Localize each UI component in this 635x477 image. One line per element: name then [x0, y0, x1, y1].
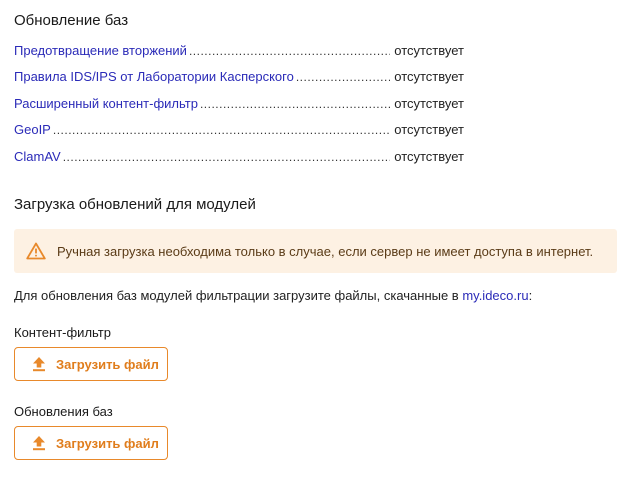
- database-name-link[interactable]: Расширенный контент-фильтр: [14, 96, 198, 111]
- upload-icon: [32, 435, 46, 451]
- content-filter-label: Контент-фильтр: [14, 325, 111, 340]
- dot-leader: [200, 97, 390, 111]
- warning-triangle-icon: [26, 242, 46, 260]
- database-status: отсутствует: [394, 122, 464, 138]
- database-name-link[interactable]: Правила IDS/IPS от Лаборатории Касперско…: [14, 69, 294, 84]
- upload-icon: [32, 356, 46, 372]
- database-name-link[interactable]: GeoIP: [14, 122, 51, 137]
- dot-leader: [63, 150, 391, 164]
- database-row: Правила IDS/IPS от Лаборатории Касперско…: [14, 69, 464, 95]
- database-updates-upload-button[interactable]: Загрузить файл: [14, 426, 168, 460]
- database-status: отсутствует: [394, 43, 464, 58]
- database-row: Расширенный контент-фильтр отсутствует: [14, 96, 464, 122]
- database-row: Предотвращение вторжений отсутствует: [14, 43, 464, 69]
- instructions-text: Для обновления баз модулей фильтрации за…: [14, 288, 463, 303]
- manual-upload-warning: Ручная загрузка необходима только в случ…: [14, 229, 617, 273]
- dot-leader: [53, 123, 390, 137]
- database-list: Предотвращение вторжений отсутствует Пра…: [14, 43, 464, 175]
- upload-button-label: Загрузить файл: [56, 435, 159, 451]
- dot-leader: [189, 44, 390, 58]
- module-upload-title: Загрузка обновлений для модулей: [14, 196, 256, 213]
- database-name-link[interactable]: ClamAV: [14, 149, 61, 164]
- dot-leader: [296, 70, 390, 84]
- database-name-link[interactable]: Предотвращение вторжений: [14, 43, 187, 58]
- database-status: отсутствует: [394, 95, 464, 111]
- instructions-suffix: :: [528, 288, 533, 303]
- warning-text: Ручная загрузка необходима только в случ…: [57, 243, 594, 259]
- database-updates-title: Обновление баз: [14, 12, 129, 29]
- upload-instructions: Для обновления баз модулей фильтрации за…: [14, 288, 532, 303]
- content-filter-upload-button[interactable]: Загрузить файл: [14, 347, 168, 381]
- database-row: GeoIP отсутствует: [14, 122, 464, 148]
- my-ideco-link[interactable]: my.ideco.ru: [462, 288, 528, 303]
- database-status: отсутствует: [394, 148, 464, 164]
- database-row: ClamAV отсутствует: [14, 149, 464, 175]
- database-status: отсутствует: [394, 69, 464, 85]
- database-updates-label: Обновления баз: [14, 404, 113, 419]
- upload-button-label: Загрузить файл: [56, 356, 159, 372]
